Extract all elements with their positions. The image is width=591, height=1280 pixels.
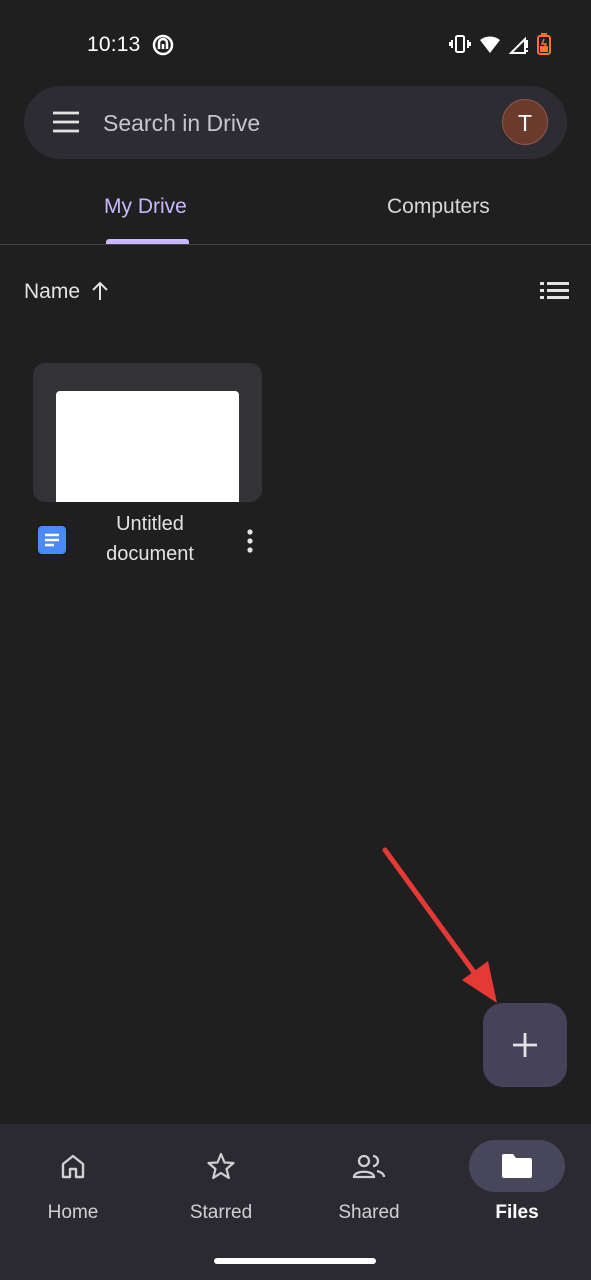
file-name[interactable]: Untitled document <box>91 509 209 569</box>
plus-icon <box>510 1030 540 1065</box>
nav-starred[interactable]: Starred <box>171 1140 271 1224</box>
tab-my-drive[interactable]: My Drive <box>104 195 187 219</box>
status-time: 10:13 <box>87 33 141 56</box>
gesture-handle[interactable] <box>214 1258 376 1264</box>
nav-shared[interactable]: Shared <box>319 1140 419 1224</box>
sort-row: Name <box>0 270 591 314</box>
tab-computers[interactable]: Computers <box>387 195 490 219</box>
more-options-icon[interactable] <box>240 527 260 555</box>
vibrate-icon <box>449 33 471 60</box>
nav-label-starred: Starred <box>189 1202 253 1223</box>
bottom-navigation: Home Starred Shared Files <box>0 1124 591 1280</box>
new-button[interactable] <box>483 1003 567 1087</box>
file-card[interactable]: Untitled document <box>33 363 263 565</box>
nav-label-files: Files <box>495 1202 539 1223</box>
home-icon <box>23 1140 123 1192</box>
annotation-arrow-icon <box>380 845 505 1015</box>
search-bar[interactable]: Search in Drive T <box>24 86 567 159</box>
people-icon <box>319 1140 419 1192</box>
file-thumbnail[interactable] <box>33 363 262 502</box>
signal-icon <box>508 34 529 59</box>
nav-home[interactable]: Home <box>23 1140 123 1224</box>
google-docs-icon <box>38 526 66 559</box>
nav-label-home: Home <box>47 1202 99 1223</box>
tab-indicator <box>106 239 189 244</box>
arrow-up-icon[interactable] <box>90 280 110 307</box>
nav-label-shared: Shared <box>338 1202 400 1223</box>
search-input[interactable]: Search in Drive <box>103 110 260 137</box>
app-notification-icon <box>152 34 174 61</box>
document-preview <box>56 391 239 502</box>
star-icon <box>171 1140 271 1192</box>
sort-by-name-button[interactable]: Name <box>24 280 80 304</box>
list-view-icon[interactable] <box>540 280 569 307</box>
folder-icon <box>469 1140 565 1192</box>
wifi-icon <box>479 34 501 59</box>
nav-files[interactable]: Files <box>467 1140 567 1224</box>
menu-icon[interactable] <box>52 110 80 134</box>
battery-icon <box>537 33 551 60</box>
status-icons <box>449 33 551 60</box>
avatar[interactable]: T <box>502 99 548 145</box>
drive-tabs: My Drive Computers <box>0 160 591 245</box>
status-bar: 10:13 <box>0 0 591 90</box>
